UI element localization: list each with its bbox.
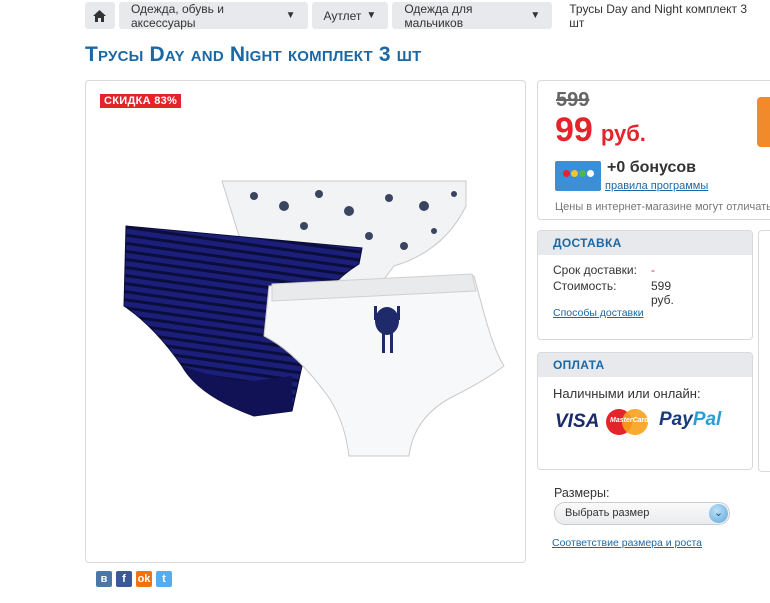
sizes-label: Размеры: — [554, 486, 610, 500]
payment-text: Наличными или онлайн: — [553, 386, 701, 401]
breadcrumb-item-boys[interactable]: Одежда для мальчиков ▼ — [392, 2, 553, 30]
breadcrumb-current: Трусы Day and Night комплект 3 шт — [569, 1, 748, 30]
home-icon — [93, 9, 107, 22]
bonus-card-icon — [555, 161, 601, 191]
price-note: Цены в интернет-магазине могут отличатьс… — [555, 201, 770, 213]
size-chart-link[interactable]: Соответствие размера и роста — [552, 537, 702, 549]
delivery-methods-link[interactable]: Способы доставки — [553, 307, 644, 319]
price-panel: 599 99 руб. +0 бонусов правила программы … — [537, 80, 770, 220]
product-image[interactable] — [104, 166, 514, 466]
visa-logo: VISA — [555, 411, 600, 432]
chevron-down-icon: ▼ — [285, 10, 296, 21]
breadcrumb-item-outlet[interactable]: Аутлет ▼ — [311, 2, 389, 29]
chevron-down-icon: ▼ — [366, 10, 377, 21]
odnoklassniki-share-icon[interactable]: ok — [136, 571, 152, 587]
delivery-cost-row: Стоимость: 599 руб. — [553, 279, 674, 307]
bonus-rules-link[interactable]: правила программы — [605, 180, 708, 192]
paypal-logo: PayPal — [659, 409, 722, 430]
product-image-panel[interactable]: СКИДКА 83% — [85, 80, 526, 563]
current-price: 99 руб. — [555, 111, 646, 149]
buy-button[interactable] — [757, 97, 770, 147]
delivery-time-value: - — [651, 263, 655, 277]
bonus-amount: +0 бонусов — [607, 159, 697, 176]
delivery-header: ДОСТАВКА — [538, 231, 752, 255]
delivery-time-row: Срок доставки: - — [553, 263, 655, 277]
delivery-cost-value: 599 руб. — [651, 279, 674, 307]
breadcrumb-item-clothing[interactable]: Одежда, обувь и аксессуары ▼ — [118, 2, 308, 30]
discount-badge: СКИДКА 83% — [100, 94, 182, 108]
chevron-down-icon: ▼ — [530, 10, 541, 21]
payment-header: ОПЛАТА — [538, 353, 752, 377]
delivery-panel: ДОСТАВКА Срок доставки: - Стоимость: 599… — [537, 230, 753, 340]
breadcrumb: Одежда, обувь и аксессуары ▼ Аутлет ▼ Од… — [85, 1, 770, 30]
share-buttons: в f ok t — [96, 571, 172, 587]
sizes-panel: Размеры: Выбрать размер ⌄ Соответствие р… — [537, 482, 753, 562]
chevron-down-icon[interactable]: ⌄ — [709, 504, 728, 523]
mastercard-logo: MasterCard — [606, 409, 649, 435]
old-price: 599 — [556, 89, 590, 111]
facebook-share-icon[interactable]: f — [116, 571, 132, 587]
twitter-share-icon[interactable]: t — [156, 571, 172, 587]
right-column-panel — [758, 230, 770, 472]
vk-share-icon[interactable]: в — [96, 571, 112, 587]
size-select[interactable]: Выбрать размер ⌄ — [554, 502, 730, 525]
payment-panel: ОПЛАТА Наличными или онлайн: VISA Master… — [537, 352, 753, 470]
home-button[interactable] — [85, 2, 115, 29]
page-title: Трусы Day and Night комплект 3 шт — [85, 43, 422, 66]
